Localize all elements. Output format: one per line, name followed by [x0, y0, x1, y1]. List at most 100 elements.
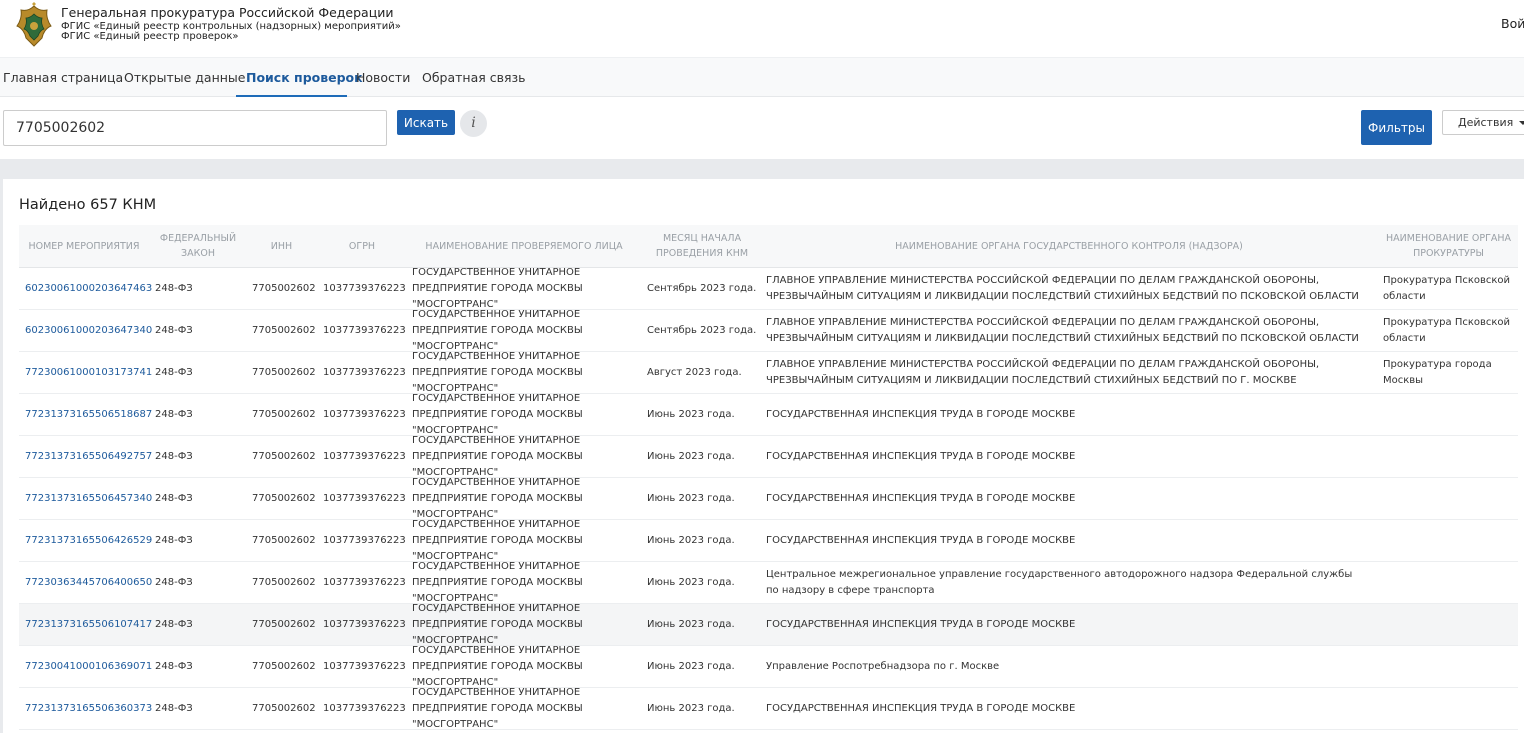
nav-item-search[interactable]: Поиск проверок — [246, 70, 363, 85]
cell-authority: ГОСУДАРСТВЕННАЯ ИНСПЕКЦИЯ ТРУДА В ГОРОДЕ… — [766, 534, 1076, 546]
cell-law: 248-ФЗ — [155, 324, 193, 336]
results-table-header: Номер мероприятия Федеральный закон ИНН … — [19, 225, 1518, 268]
cell-law: 248-ФЗ — [155, 660, 193, 672]
table-row[interactable]: 77231373165506107417 248-ФЗ 7705002602 1037… — [19, 602, 1518, 646]
cell-ogrn: 1037739376223 — [323, 576, 406, 588]
table-row[interactable]: 77231373165506426529 248-ФЗ 7705002602 1037… — [19, 518, 1518, 562]
cell-month: Июнь 2023 года. — [647, 618, 735, 630]
column-header-number[interactable]: Номер мероприятия — [19, 225, 149, 267]
cell-law: 248-ФЗ — [155, 282, 193, 294]
cell-number[interactable]: 77230041000106369071 — [25, 646, 153, 687]
cell-subject: ГОСУДАРСТВЕННОЕ УНИТАРНОЕ ПРЕДПРИЯТИЕ ГО… — [412, 476, 583, 520]
actions-label: Действия — [1458, 116, 1514, 129]
column-header-month[interactable]: Месяц начала проведения КНМ — [647, 225, 757, 267]
cell-prosecutor — [1383, 562, 1513, 603]
column-header-law[interactable]: Федеральный закон — [153, 225, 243, 267]
table-row[interactable]: 77230041000106369071 248-ФЗ 7705002602 1037… — [19, 644, 1518, 688]
cell-number[interactable]: 77231373165506107417 — [25, 604, 153, 645]
cell-prosecutor: Прокуратура Псковской области — [1383, 316, 1511, 344]
cell-ogrn: 1037739376223 — [323, 618, 406, 630]
org-title: Генеральная прокуратура Российской Федер… — [61, 5, 394, 20]
cell-prosecutor — [1383, 646, 1513, 687]
info-icon[interactable]: i — [460, 110, 487, 137]
cell-month: Июнь 2023 года. — [647, 576, 735, 588]
cell-month: Июнь 2023 года. — [647, 492, 735, 504]
cell-law: 248-ФЗ — [155, 450, 193, 462]
column-header-ogrn[interactable]: ОГРН — [319, 225, 405, 267]
nav-item-news[interactable]: Новости — [356, 70, 410, 85]
filters-button[interactable]: Фильтры — [1361, 110, 1432, 145]
table-row[interactable]: 60230061000203647463 248-ФЗ 7705002602 1037… — [19, 266, 1518, 310]
column-header-prosecutor[interactable]: Наименование органа прокуратуры — [1379, 225, 1518, 267]
section-divider — [0, 159, 1524, 179]
active-tab-indicator — [236, 95, 347, 97]
nav-item-home[interactable]: Главная страница — [3, 70, 123, 85]
cell-month: Сентябрь 2023 года. — [647, 282, 757, 294]
search-input[interactable] — [3, 110, 387, 146]
cell-month: Июнь 2023 года. — [647, 408, 735, 420]
cell-law: 248-ФЗ — [155, 408, 193, 420]
cell-month: Июнь 2023 года. — [647, 534, 735, 546]
content-edge — [0, 179, 3, 733]
cell-subject: ГОСУДАРСТВЕННОЕ УНИТАРНОЕ ПРЕДПРИЯТИЕ ГО… — [412, 308, 583, 352]
cell-subject: ГОСУДАРСТВЕННОЕ УНИТАРНОЕ ПРЕДПРИЯТИЕ ГО… — [412, 518, 583, 562]
cell-ogrn: 1037739376223 — [323, 492, 406, 504]
cell-law: 248-ФЗ — [155, 492, 193, 504]
results-count-title: Найдено 657 КНМ — [19, 197, 157, 213]
column-header-subject[interactable]: Наименование проверяемого лица — [414, 225, 634, 267]
cell-ogrn: 1037739376223 — [323, 366, 406, 378]
cell-subject: ГОСУДАРСТВЕННОЕ УНИТАРНОЕ ПРЕДПРИЯТИЕ ГО… — [412, 602, 583, 646]
cell-inn: 7705002602 — [252, 324, 316, 336]
column-header-inn[interactable]: ИНН — [249, 225, 314, 267]
cell-ogrn: 1037739376223 — [323, 660, 406, 672]
cell-authority: ГЛАВНОЕ УПРАВЛЕНИЕ МИНИСТЕРСТВА РОССИЙСК… — [766, 316, 1359, 344]
cell-subject: ГОСУДАРСТВЕННОЕ УНИТАРНОЕ ПРЕДПРИЯТИЕ ГО… — [412, 392, 583, 436]
table-row[interactable]: 77231373165506518687 248-ФЗ 7705002602 1037… — [19, 392, 1518, 436]
table-row[interactable]: 77231373165506457340 248-ФЗ 7705002602 1037… — [19, 476, 1518, 520]
cell-number[interactable]: 77231373165506360373 — [25, 688, 153, 729]
table-row[interactable]: 77231373165506360373 248-ФЗ 7705002602 1037… — [19, 687, 1518, 730]
cell-month: Август 2023 года. — [647, 366, 742, 378]
cell-number[interactable]: 77231373165506457340 — [25, 478, 153, 519]
cell-inn: 7705002602 — [252, 450, 316, 462]
cell-number[interactable]: 77231373165506426529 — [25, 520, 153, 561]
actions-dropdown[interactable]: Действия — [1442, 110, 1524, 135]
cell-month: Сентябрь 2023 года. — [647, 324, 757, 336]
cell-inn: 7705002602 — [252, 660, 316, 672]
table-row[interactable]: 77230061000103173741 248-ФЗ 7705002602 1037… — [19, 351, 1518, 394]
cell-month: Июнь 2023 года. — [647, 450, 735, 462]
cell-ogrn: 1037739376223 — [323, 408, 406, 420]
search-button[interactable]: Искать — [397, 110, 455, 135]
table-row[interactable]: 77231373165506492757 248-ФЗ 7705002602 1037… — [19, 434, 1518, 478]
cell-subject: ГОСУДАРСТВЕННОЕ УНИТАРНОЕ ПРЕДПРИЯТИЕ ГО… — [412, 644, 583, 688]
cell-law: 248-ФЗ — [155, 618, 193, 630]
cell-month: Июнь 2023 года. — [647, 702, 735, 714]
cell-inn: 7705002602 — [252, 282, 316, 294]
cell-inn: 7705002602 — [252, 576, 316, 588]
cell-number[interactable]: 77230363445706400650 — [25, 562, 153, 603]
cell-prosecutor — [1383, 394, 1513, 435]
nav-item-open-data[interactable]: Открытые данные — [124, 70, 246, 85]
column-header-authority[interactable]: Наименование органа государственного кон… — [764, 225, 1374, 267]
cell-number[interactable]: 60230061000203647340 — [25, 310, 153, 351]
cell-authority: Центральное межрегиональное управление г… — [766, 568, 1353, 596]
cell-subject: ГОСУДАРСТВЕННОЕ УНИТАРНОЕ ПРЕДПРИЯТИЕ ГО… — [412, 266, 583, 310]
cell-inn: 7705002602 — [252, 618, 316, 630]
main-nav: Главная страница Открытые данные Поиск п… — [0, 57, 1524, 97]
login-link[interactable]: Войт — [1501, 16, 1524, 31]
cell-ogrn: 1037739376223 — [323, 702, 406, 714]
coat-of-arms-icon — [16, 2, 52, 47]
cell-prosecutor: Прокуратура Псковской области — [1383, 274, 1511, 302]
cell-prosecutor — [1383, 604, 1513, 645]
cell-authority: ГОСУДАРСТВЕННАЯ ИНСПЕКЦИЯ ТРУДА В ГОРОДЕ… — [766, 492, 1076, 504]
cell-subject: ГОСУДАРСТВЕННОЕ УНИТАРНОЕ ПРЕДПРИЯТИЕ ГО… — [412, 560, 583, 604]
table-row[interactable]: 60230061000203647340 248-ФЗ 7705002602 1037… — [19, 308, 1518, 352]
cell-number[interactable]: 77231373165506492757 — [25, 436, 153, 477]
cell-subject: ГОСУДАРСТВЕННОЕ УНИТАРНОЕ ПРЕДПРИЯТИЕ ГО… — [412, 434, 583, 478]
nav-item-feedback[interactable]: Обратная связь — [422, 70, 526, 85]
table-row[interactable]: 77230363445706400650 248-ФЗ 7705002602 1037… — [19, 560, 1518, 604]
cell-number[interactable]: 60230061000203647463 — [25, 268, 153, 309]
cell-ogrn: 1037739376223 — [323, 534, 406, 546]
cell-number[interactable]: 77230061000103173741 — [25, 352, 153, 393]
cell-number[interactable]: 77231373165506518687 — [25, 394, 153, 435]
